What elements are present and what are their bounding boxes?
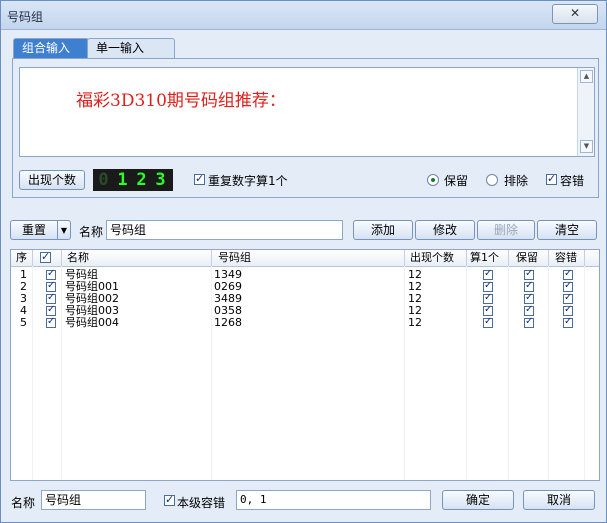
cancel-button[interactable]: 取消 [523, 490, 595, 510]
lcd-digit-2: 2 [136, 170, 147, 190]
scroll-up-icon[interactable]: ▲ [580, 70, 593, 83]
dialog-window: 号码组 ✕ 组合输入 单一输入 福彩3D310期号码组推荐： ▲ ▼ 出现个数 … [0, 0, 607, 523]
header-count-as-one[interactable]: 算1个 [470, 251, 499, 265]
lcd-digit-0: 0 [98, 170, 109, 190]
name-input[interactable]: 号码组 [106, 220, 343, 240]
row-tolerance-checkbox[interactable] [563, 292, 573, 304]
row-count-as-one-checkbox[interactable] [483, 280, 493, 292]
row-select-checkbox[interactable] [46, 316, 56, 328]
header-name[interactable]: 名称 [67, 251, 89, 265]
reset-button[interactable]: 重置 [10, 220, 58, 240]
row-keep-checkbox[interactable] [524, 292, 534, 304]
row-count-as-one-checkbox[interactable] [483, 316, 493, 328]
lcd-digit-1: 1 [117, 170, 128, 190]
keep-label: 保留 [444, 174, 469, 188]
tab-single-input[interactable]: 单一输入 [87, 38, 175, 59]
row-count-as-one-checkbox[interactable] [483, 292, 493, 304]
textarea-scrollbar[interactable]: ▲ ▼ [577, 68, 594, 156]
footer-name-input[interactable]: 号码组 [41, 490, 146, 510]
row-select-checkbox[interactable] [46, 292, 56, 304]
row-name: 号码组004 [65, 316, 119, 329]
row-keep-checkbox[interactable] [524, 280, 534, 292]
reset-dropdown-icon[interactable]: ▼ [57, 220, 71, 240]
footer-name-label: 名称 [11, 496, 36, 510]
tolerance-value-input[interactable]: 0, 1 [236, 490, 431, 510]
header-index[interactable]: 序 [16, 251, 27, 265]
clear-button[interactable]: 清空 [537, 220, 597, 240]
level-tolerance-checkbox[interactable] [164, 493, 175, 506]
exclude-radio[interactable] [486, 174, 498, 186]
header-count[interactable]: 出现个数 [410, 251, 454, 265]
row-count-as-one-checkbox[interactable] [483, 304, 493, 316]
row-tolerance-checkbox[interactable] [563, 316, 573, 328]
textarea-content: 福彩3D310期号码组推荐： [76, 91, 286, 111]
lcd-display: 0 1 2 3 [93, 169, 173, 191]
modify-button[interactable]: 修改 [415, 220, 475, 240]
row-count: 12 [408, 316, 422, 329]
row-keep-checkbox[interactable] [524, 316, 534, 328]
tolerance-label: 容错 [560, 174, 585, 188]
exclude-label: 排除 [504, 174, 529, 188]
recommendation-textarea[interactable]: 福彩3D310期号码组推荐： ▲ ▼ [19, 67, 595, 157]
repeat-digit-checkbox[interactable] [194, 172, 205, 185]
close-button[interactable]: ✕ [552, 4, 598, 24]
table-header: 序 名称 号码组 出现个数 算1个 保留 容错 [11, 250, 599, 267]
name-label: 名称 [79, 225, 104, 239]
level-tolerance-label: 本级容错 [177, 496, 226, 510]
tab-combined-input[interactable]: 组合输入 [13, 38, 89, 59]
keep-radio[interactable] [427, 174, 439, 186]
header-tolerance[interactable]: 容错 [555, 251, 577, 265]
window-title: 号码组 [7, 10, 44, 24]
row-tolerance-checkbox[interactable] [563, 280, 573, 292]
header-numbers[interactable]: 号码组 [218, 251, 251, 265]
table-row[interactable]: 5 号码组004 1268 12 [11, 316, 599, 329]
scroll-down-icon[interactable]: ▼ [580, 140, 593, 153]
delete-button[interactable]: 删除 [477, 220, 535, 240]
add-button[interactable]: 添加 [353, 220, 413, 240]
ok-button[interactable]: 确定 [442, 490, 514, 510]
row-keep-checkbox[interactable] [524, 268, 534, 280]
row-index: 5 [20, 316, 27, 329]
row-tolerance-checkbox[interactable] [563, 268, 573, 280]
row-select-checkbox[interactable] [46, 304, 56, 316]
lcd-digit-3: 3 [155, 170, 166, 190]
row-count-as-one-checkbox[interactable] [483, 268, 493, 280]
repeat-digit-label: 重复数字算1个 [208, 174, 288, 188]
row-select-checkbox[interactable] [46, 280, 56, 292]
number-group-table: 序 名称 号码组 出现个数 算1个 保留 容错 1 号码组 [10, 249, 600, 481]
row-select-checkbox[interactable] [46, 268, 56, 280]
tab-panel: 福彩3D310期号码组推荐： ▲ ▼ 出现个数 0 1 2 3 重复数字算1个 … [12, 58, 599, 198]
title-bar: 号码组 ✕ [1, 1, 606, 30]
row-tolerance-checkbox[interactable] [563, 304, 573, 316]
tolerance-checkbox[interactable] [546, 172, 557, 185]
header-select-all-checkbox[interactable] [40, 250, 51, 263]
row-numbers: 1268 [214, 316, 242, 329]
count-button[interactable]: 出现个数 [19, 170, 85, 190]
header-keep[interactable]: 保留 [516, 251, 538, 265]
row-keep-checkbox[interactable] [524, 304, 534, 316]
